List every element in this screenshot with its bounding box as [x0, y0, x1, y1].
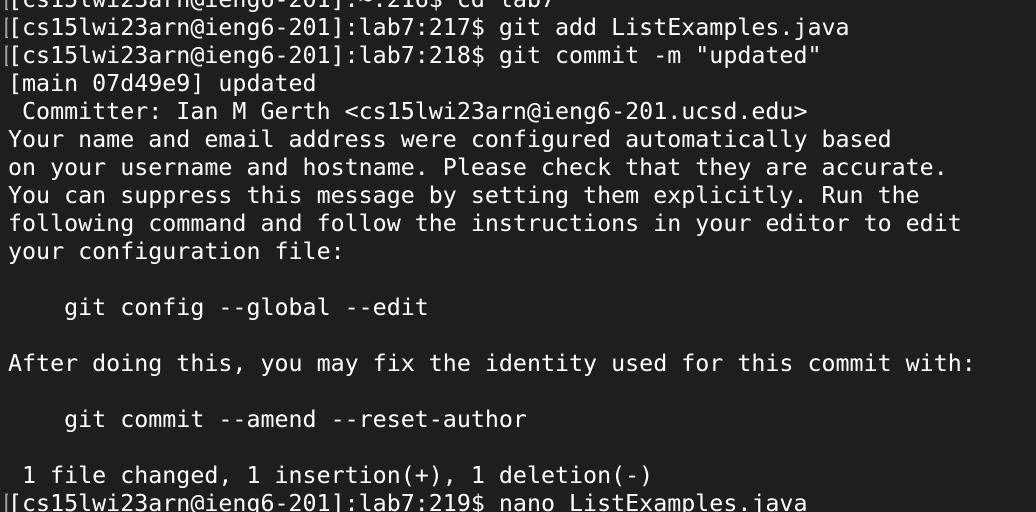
output-line: Committer: Ian M Gerth <cs15lwi23arn@ien… — [8, 98, 808, 125]
prompt-marker: [ — [0, 42, 8, 70]
output-line: Your name and email address were configu… — [8, 126, 892, 153]
output-line: 1 file changed, 1 insertion(+), 1 deleti… — [8, 462, 654, 489]
output-line: git commit --amend --reset-author — [8, 406, 527, 433]
prompt-marker: [ — [0, 0, 8, 14]
prompt-marker: [ — [0, 490, 8, 512]
prompt-line: [cs15lwi23arn@ieng6-201]:lab7:219$ nano … — [8, 490, 808, 512]
output-line: git config --global --edit — [8, 294, 429, 321]
terminal-window[interactable]: [cs15lwi23arn@ieng6-201]:~:216$ cd lab7[… — [0, 0, 1036, 512]
output-line: your configuration file: — [8, 238, 345, 265]
output-line: You can suppress this message by setting… — [8, 182, 920, 209]
prompt-line: [cs15lwi23arn@ieng6-201]:lab7:217$ git a… — [8, 14, 850, 41]
prompt-line: [cs15lwi23arn@ieng6-201]:lab7:218$ git c… — [8, 42, 822, 69]
output-line: [main 07d49e9] updated — [8, 70, 317, 97]
output-line: following command and follow the instruc… — [8, 210, 962, 237]
output-line: After doing this, you may fix the identi… — [8, 350, 976, 377]
output-line: on your username and hostname. Please ch… — [8, 154, 948, 181]
prompt-marker: [ — [0, 14, 8, 42]
prompt-line: [cs15lwi23arn@ieng6-201]:~:216$ cd lab7 — [8, 0, 976, 14]
terminal-output: [cs15lwi23arn@ieng6-201]:~:216$ cd lab7[… — [8, 0, 976, 512]
